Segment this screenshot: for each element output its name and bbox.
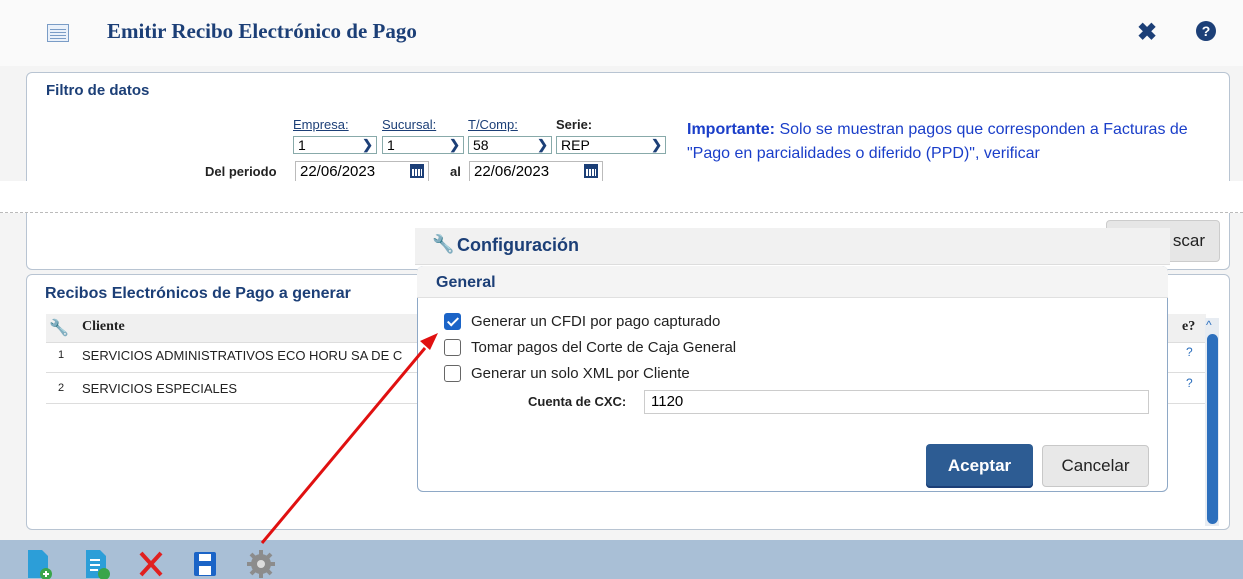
annotation-arrow xyxy=(260,333,438,544)
